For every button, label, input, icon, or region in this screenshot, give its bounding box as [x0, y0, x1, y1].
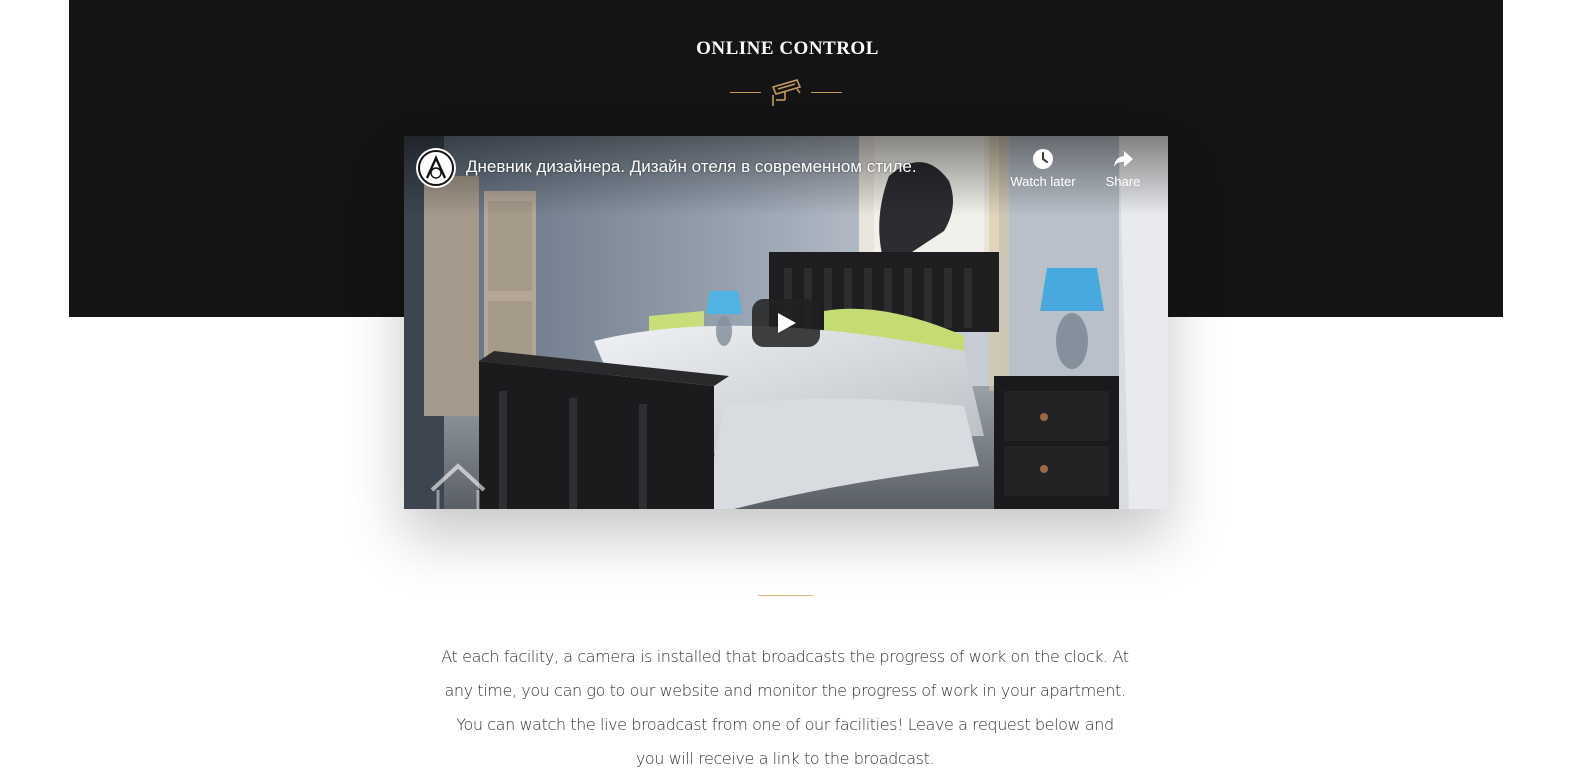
- cctv-camera-icon: [771, 79, 802, 106]
- share-arrow-icon: [1114, 151, 1133, 167]
- watch-later-button[interactable]: Watch later: [998, 148, 1088, 189]
- gold-divider: [758, 595, 813, 596]
- title-ornament: [730, 76, 842, 108]
- channel-logo-icon[interactable]: [416, 148, 456, 188]
- house-watermark-icon: [430, 463, 486, 509]
- play-icon: [778, 313, 796, 333]
- ornament-line-right: [811, 92, 842, 93]
- video-player[interactable]: Дневник дизайнера. Дизайн отеля в соврем…: [404, 136, 1168, 509]
- ornament-line-left: [730, 92, 761, 93]
- watch-later-label: Watch later: [1010, 174, 1076, 189]
- clock-icon: [1033, 149, 1053, 169]
- description-text: At each facility, a camera is installed …: [441, 647, 1129, 768]
- share-label: Share: [1105, 174, 1141, 189]
- play-button[interactable]: [752, 299, 820, 347]
- share-button[interactable]: Share: [1078, 148, 1168, 189]
- section-title: ONLINE CONTROL: [696, 38, 879, 59]
- video-title[interactable]: Дневник дизайнера. Дизайн отеля в соврем…: [466, 157, 917, 177]
